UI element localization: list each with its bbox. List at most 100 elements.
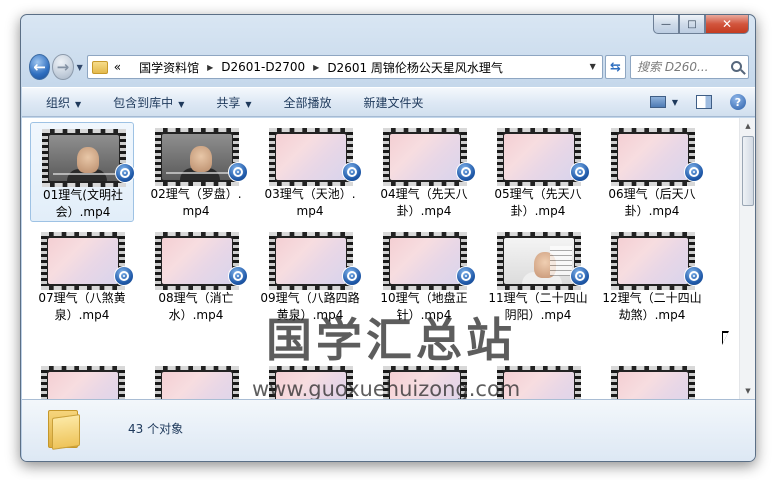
video-thumbnail bbox=[383, 366, 467, 399]
file-item[interactable] bbox=[144, 360, 248, 399]
media-player-icon bbox=[228, 266, 248, 286]
refresh-icon: ⇆ bbox=[609, 59, 621, 75]
file-item[interactable]: 02理气（罗盘）.mp4 bbox=[144, 122, 248, 222]
file-item[interactable]: 06理气（后天八卦）.mp4 bbox=[600, 122, 704, 222]
chevron-right-icon[interactable]: ▶ bbox=[313, 63, 319, 72]
forward-arrow-icon: → bbox=[56, 58, 70, 76]
explorer-window: — □ ✕ ← → ▼ « 国学资料馆 ▶ D2601-D2700 ▶ D260… bbox=[20, 14, 756, 462]
view-dropdown-icon[interactable]: ▼ bbox=[672, 98, 678, 107]
file-item[interactable]: 04理气（先天八卦）.mp4 bbox=[372, 122, 476, 222]
include-library-label: 包含到库中 bbox=[113, 95, 174, 110]
video-thumbnail bbox=[383, 232, 467, 290]
file-item[interactable]: 10理气（地盘正针）.mp4 bbox=[372, 226, 476, 326]
chevron-right-icon[interactable]: ▶ bbox=[207, 63, 213, 72]
back-arrow-icon: ← bbox=[33, 58, 46, 76]
chevron-down-icon: ▼ bbox=[178, 99, 185, 109]
breadcrumb-overflow[interactable]: « bbox=[114, 60, 121, 74]
search-icon[interactable] bbox=[731, 61, 742, 72]
video-thumbnail bbox=[497, 366, 581, 399]
video-thumbnail bbox=[611, 232, 695, 290]
change-view-icon[interactable] bbox=[649, 96, 666, 108]
file-item[interactable]: 08理气（消亡水）.mp4 bbox=[144, 226, 248, 326]
breadcrumb-item[interactable]: D2601-D2700 bbox=[221, 60, 305, 74]
file-name: 03理气（天池）.mp4 bbox=[264, 187, 356, 218]
organize-menu[interactable]: 组织 ▼ bbox=[46, 94, 81, 111]
video-thumbnail bbox=[497, 128, 581, 186]
file-item[interactable] bbox=[486, 360, 590, 399]
file-name: 05理气（先天八卦）.mp4 bbox=[494, 187, 582, 218]
back-button[interactable]: ← bbox=[29, 54, 51, 80]
file-name: 04理气（先天八卦）.mp4 bbox=[380, 187, 468, 218]
media-player-icon bbox=[115, 163, 135, 183]
include-in-library-menu[interactable]: 包含到库中 ▼ bbox=[113, 94, 184, 111]
media-player-icon bbox=[228, 162, 248, 182]
share-label: 共享 bbox=[216, 95, 241, 110]
media-player-icon bbox=[456, 162, 476, 182]
video-thumbnail bbox=[269, 128, 353, 186]
preview-pane-icon[interactable] bbox=[696, 95, 712, 109]
file-item[interactable] bbox=[30, 360, 134, 399]
file-name: 01理气(文明社会）.mp4 bbox=[43, 188, 123, 219]
video-thumbnail bbox=[155, 366, 239, 399]
view-controls: ▼ ? bbox=[649, 94, 746, 110]
video-thumbnail bbox=[611, 366, 695, 399]
minimize-button[interactable]: — bbox=[653, 15, 679, 34]
share-menu[interactable]: 共享 ▼ bbox=[216, 94, 251, 111]
file-item[interactable]: 01理气(文明社会）.mp4 bbox=[30, 122, 135, 222]
file-item[interactable]: 07理气（八煞黄泉）.mp4 bbox=[30, 226, 134, 326]
scroll-up-icon[interactable]: ▲ bbox=[740, 118, 755, 134]
address-bar[interactable]: « 国学资料馆 ▶ D2601-D2700 ▶ D2601 周锦伦杨公天星风水理… bbox=[86, 55, 603, 79]
item-count: 43 个对象 bbox=[128, 422, 184, 436]
file-list-area[interactable]: 01理气(文明社会）.mp4 02理气（罗盘）.mp4 03理气（天池）.mp4 04… bbox=[22, 118, 755, 399]
video-thumbnail bbox=[383, 128, 467, 186]
file-name: 09理气（八路四路黄泉）.mp4 bbox=[260, 291, 360, 322]
file-item[interactable]: 05理气（先天八卦）.mp4 bbox=[486, 122, 590, 222]
navigation-bar: ← → ▼ « 国学资料馆 ▶ D2601-D2700 ▶ D2601 周锦伦杨… bbox=[29, 53, 749, 81]
maximize-button[interactable]: □ bbox=[679, 15, 705, 34]
caption-buttons: — □ ✕ bbox=[653, 15, 749, 34]
file-item[interactable] bbox=[600, 360, 704, 399]
recent-pages-dropdown-icon[interactable]: ▼ bbox=[77, 63, 83, 72]
play-all-button[interactable]: 全部播放 bbox=[284, 94, 332, 111]
file-item[interactable] bbox=[258, 360, 362, 399]
help-icon[interactable]: ? bbox=[730, 94, 746, 110]
media-player-icon bbox=[570, 162, 590, 182]
search-box bbox=[630, 55, 749, 79]
file-name: 07理气（八煞黄泉）.mp4 bbox=[38, 291, 126, 322]
new-folder-button[interactable]: 新建文件夹 bbox=[364, 94, 424, 111]
file-name: 02理气（罗盘）.mp4 bbox=[150, 187, 242, 218]
file-item[interactable]: 03理气（天池）.mp4 bbox=[258, 122, 362, 222]
video-thumbnail bbox=[155, 128, 239, 186]
media-player-icon bbox=[684, 266, 704, 286]
details-pane: 43 个对象 bbox=[22, 399, 755, 461]
folder-icon bbox=[91, 60, 108, 74]
file-name: 12理气（二十四山劫煞）.mp4 bbox=[602, 291, 702, 322]
file-item[interactable]: 12理气（二十四山劫煞）.mp4 bbox=[600, 226, 704, 326]
file-name: 11理气（二十四山阴阳）.mp4 bbox=[488, 291, 588, 322]
video-thumbnail bbox=[41, 232, 125, 290]
vertical-scrollbar[interactable]: ▲ ▼ bbox=[739, 118, 755, 399]
scroll-down-icon[interactable]: ▼ bbox=[740, 383, 755, 399]
file-name: 10理气（地盘正针）.mp4 bbox=[380, 291, 468, 322]
chevron-down-icon: ▼ bbox=[75, 99, 82, 109]
video-thumbnail bbox=[269, 366, 353, 399]
address-dropdown-icon[interactable]: ▼ bbox=[590, 62, 596, 71]
media-player-icon bbox=[114, 266, 134, 286]
command-bar: 组织 ▼ 包含到库中 ▼ 共享 ▼ 全部播放 新建文件夹 ▼ ? bbox=[22, 87, 755, 117]
video-thumbnail bbox=[155, 232, 239, 290]
chevron-down-icon: ▼ bbox=[245, 99, 252, 109]
video-thumbnail bbox=[42, 129, 126, 187]
mouse-cursor-icon bbox=[722, 331, 729, 345]
file-item[interactable]: 09理气（八路四路黄泉）.mp4 bbox=[258, 226, 362, 326]
video-thumbnail bbox=[41, 366, 125, 399]
breadcrumb-item[interactable]: D2601 周锦伦杨公天星风水理气 bbox=[327, 59, 503, 76]
file-item[interactable] bbox=[372, 360, 476, 399]
video-thumbnail bbox=[611, 128, 695, 186]
scroll-thumb[interactable] bbox=[742, 136, 754, 206]
refresh-button[interactable]: ⇆ bbox=[604, 55, 627, 79]
forward-button[interactable]: → bbox=[52, 54, 74, 80]
media-player-icon bbox=[342, 266, 362, 286]
close-button[interactable]: ✕ bbox=[705, 15, 749, 34]
breadcrumb-item[interactable]: 国学资料馆 bbox=[139, 59, 199, 76]
file-item[interactable]: 11理气（二十四山阴阳）.mp4 bbox=[486, 226, 590, 326]
